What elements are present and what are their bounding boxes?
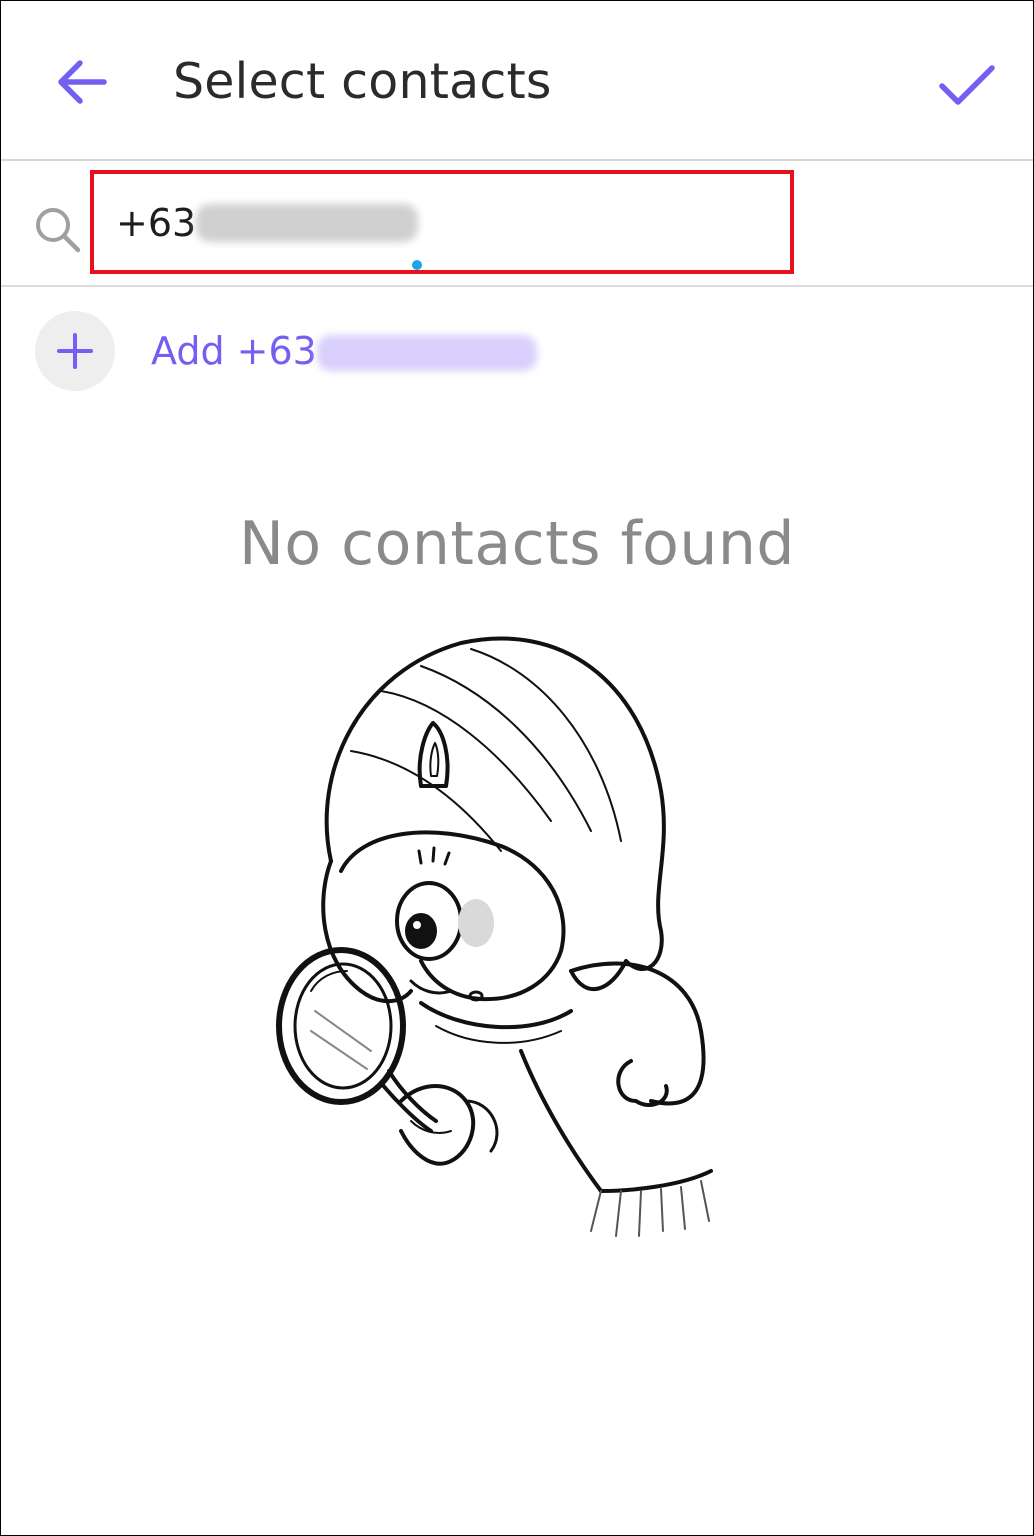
search-highlight-box: [90, 170, 794, 274]
redacted-number: [317, 335, 537, 371]
plus-icon: [57, 333, 93, 369]
back-button[interactable]: [47, 47, 117, 117]
confirm-button[interactable]: [929, 47, 1005, 123]
search-bar: [1, 161, 1033, 287]
screen: Select contacts Add +63 No contacts foun…: [0, 0, 1034, 1536]
checkmark-icon: [939, 65, 995, 105]
page-title: Select contacts: [173, 53, 552, 110]
add-number-row[interactable]: Add +63: [1, 287, 1033, 397]
add-number-label: Add +63: [151, 329, 317, 373]
toolbar: Select contacts: [1, 1, 1033, 161]
redacted-number: [196, 204, 418, 242]
text-cursor-handle[interactable]: [412, 260, 422, 270]
search-icon: [36, 208, 81, 253]
girl-with-magnifying-glass-illustration: [276, 636, 713, 1237]
arrow-left-icon: [58, 60, 107, 104]
empty-state-message: No contacts found: [239, 509, 795, 579]
add-button[interactable]: [35, 311, 115, 391]
